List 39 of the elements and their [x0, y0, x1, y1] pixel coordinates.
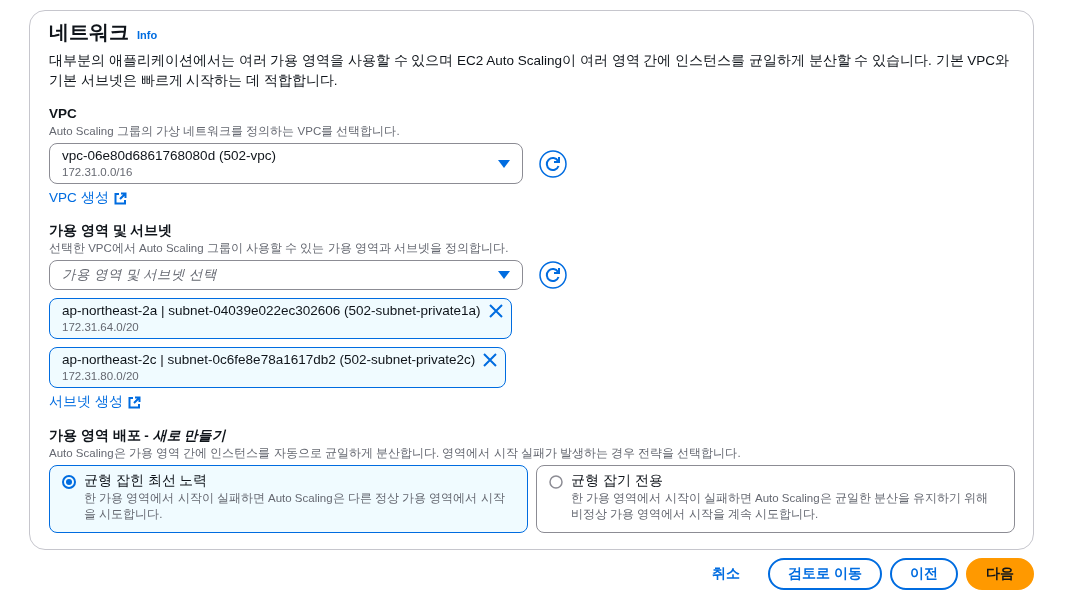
field-label: 가용 영역 배포 - 새로 만들기	[49, 426, 228, 445]
subnet-select[interactable]: 가용 영역 및 서브넷 선택	[49, 260, 523, 291]
external-link-icon	[127, 395, 141, 409]
field-label: VPC	[49, 105, 78, 123]
section-title: 네트워크	[49, 20, 129, 45]
strategy-option[interactable]: 균형 잡힌 최선 노력 한 가용 영역에서 시작이 실패하면 Auto Scaling은 다른 정상 가용 영역에서 시작을 시도합니다.	[49, 464, 528, 533]
field-label: 가용 영역 및 서브넷	[49, 222, 174, 241]
create-vpc-link[interactable]: VPC 생성	[49, 188, 127, 209]
field-description: 선택한 VPC에서 Auto Scaling 그룹이 사용할 수 있는 가용 영역과 서브넷을 정의합니다.	[49, 241, 510, 257]
close-icon	[483, 353, 498, 368]
strategy-option[interactable]: 균형 잡기 전용 한 가용 영역에서 시작이 실패하면 Auto Scaling은 균일한 분산을 유지하기 위해 비정상 가용 영역에서 시작을 계속 시도합니다.	[536, 464, 1015, 533]
radio-button[interactable]	[549, 474, 563, 489]
vpc-select[interactable]: vpc-06e80d6861768080d (502-vpc) 172.31.0.0/16	[49, 143, 523, 184]
cancel-button[interactable]: 취소	[692, 557, 761, 590]
external-link-icon	[113, 191, 127, 205]
close-icon	[488, 304, 503, 319]
subnet-name: ap-northeast-2c | subnet-0c6fe8e78a1617db2 (502-subnet-private2c)	[62, 351, 476, 370]
field-description: Auto Scaling은 가용 영역 간에 인스턴스를 자동으로 균일하게 분산합니다. 영역에서 시작 실패가 발생하는 경우 전략을 선택합니다.	[49, 445, 742, 461]
info-link[interactable]: Info	[137, 27, 158, 44]
secondary-button[interactable]: 검토로 이동	[768, 557, 882, 590]
create-subnet-link[interactable]: 서브넷 생성	[49, 392, 141, 413]
secondary-button[interactable]: 이전	[890, 557, 958, 590]
subnet-cidr: 172.31.80.0/20	[62, 369, 140, 385]
subnet-name: ap-northeast-2a | subnet-04039e022ec302606 (502-subnet-private1a)	[62, 302, 481, 321]
option-description: 한 가용 영역에서 시작이 실패하면 Auto Scaling은 다른 정상 가용 영역에서 시작을 시도합니다.	[84, 490, 506, 522]
field-description: Auto Scaling 그룹의 가상 네트워크를 정의하는 VPC를 선택합니다.	[49, 124, 401, 139]
refresh-icon[interactable]	[539, 149, 567, 178]
remove-button[interactable]	[488, 304, 503, 319]
radio-button[interactable]	[62, 474, 76, 489]
option-title: 균형 잡기 전용	[571, 471, 664, 490]
section-description: 대부분의 애플리케이션에서는 여러 가용 영역을 사용할 수 있으며 EC2 Auto Scaling이 여러 영역 간에 인스턴스를 균일하게 분산할 수 있습니다. 기본 VPC와 기본 서브넷은 빠르게 시작하는 데 적합합니다.	[49, 52, 1011, 90]
option-title: 균형 잡힌 최선 노력	[84, 471, 209, 490]
caret-icon	[498, 271, 510, 280]
refresh-icon[interactable]	[539, 261, 567, 290]
remove-button[interactable]	[483, 353, 498, 368]
next-button[interactable]: 다음	[966, 557, 1034, 590]
caret-icon	[498, 159, 510, 168]
subnet-cidr: 172.31.64.0/20	[62, 320, 140, 336]
option-description: 한 가용 영역에서 시작이 실패하면 Auto Scaling은 균일한 분산을 유지하기 위해 비정상 가용 영역에서 시작을 계속 시도합니다.	[571, 490, 990, 522]
